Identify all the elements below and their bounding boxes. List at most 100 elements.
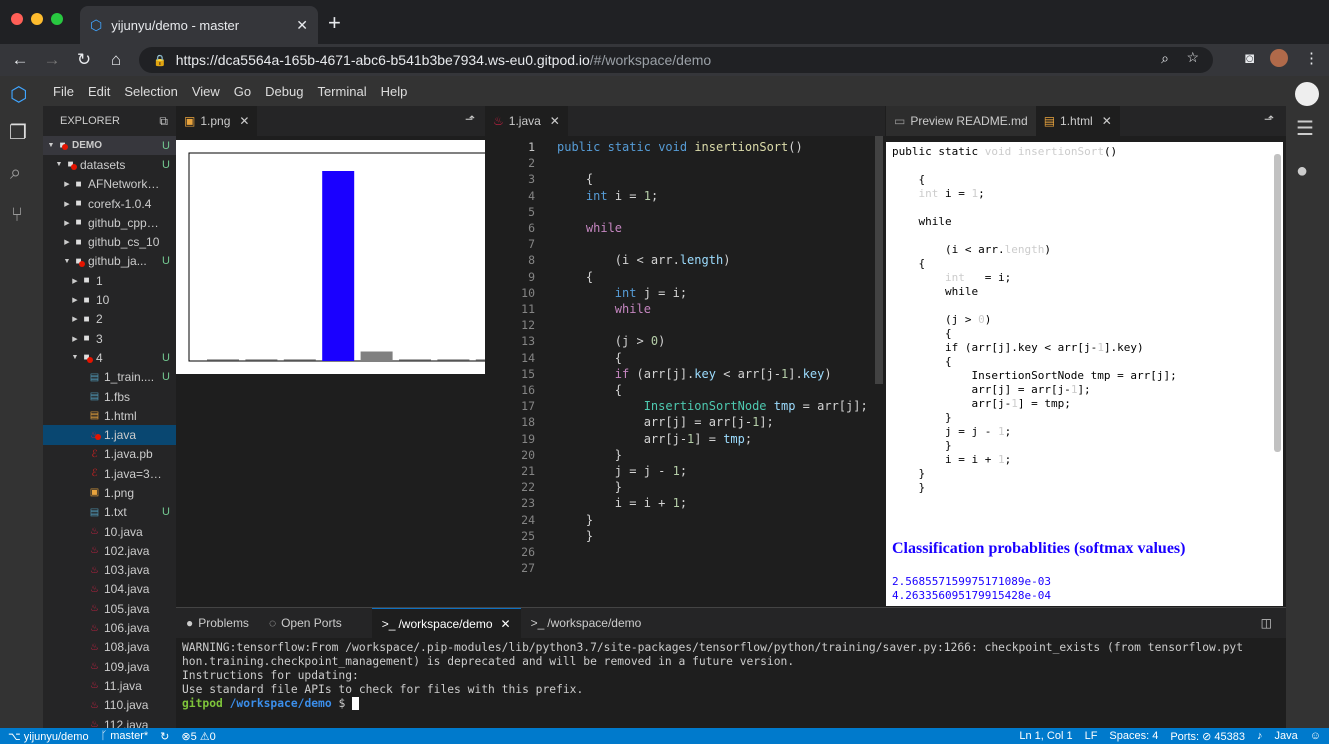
explorer-title: EXPLORER [60,115,120,127]
tree-item[interactable]: ▣ 1.png [43,483,176,502]
menu-edit[interactable]: Edit [88,84,110,99]
tree-item[interactable]: ♨ 10.java [43,522,176,541]
source-control-icon[interactable]: ⑂ [11,204,23,227]
indent-status[interactable]: Spaces: 4 [1109,730,1158,743]
tree-item[interactable]: ▶ ■ AFNetworkin... [43,175,176,194]
tree-item[interactable]: ♨ 105.java [43,599,176,618]
user-avatar[interactable] [1295,82,1319,106]
menu-help[interactable]: Help [381,84,408,99]
tree-item[interactable]: ▶ ■ github_cpp_10 [43,213,176,232]
collapse-all-icon[interactable]: ⧉ [159,114,168,129]
close-icon[interactable]: ✕ [550,114,560,128]
split-editor-icon[interactable]: ⬏ [1252,106,1286,136]
split-editor-icon[interactable]: ⬏ [455,106,485,136]
tree-item[interactable]: ▶ ■ github_cs_10 [43,232,176,251]
menu-view[interactable]: View [192,84,220,99]
pocket-icon[interactable]: ◙ [1245,50,1254,67]
tree-item[interactable]: ▶ ■ 3 [43,329,176,348]
files-icon[interactable]: ❐ [9,120,27,145]
notifications-icon[interactable]: ☺ [1310,730,1321,743]
new-tab-button[interactable]: + [328,10,341,36]
maximize-panel-icon[interactable]: ◫ [1247,616,1286,630]
tree-item[interactable]: ♨ 104.java [43,580,176,599]
menu-debug[interactable]: Debug [265,84,303,99]
reload-button[interactable]: ↻ [68,50,100,70]
tab-problems[interactable]: ● Problems [176,608,259,638]
close-tab-icon[interactable]: ✕ [296,17,308,34]
repo-status[interactable]: ⌥ yijunyu/demo [8,730,89,743]
avatar[interactable] [1270,49,1288,67]
zoom-icon[interactable]: ⌕ [1161,50,1169,67]
pb-icon: ℰ [91,448,98,460]
tree-item[interactable]: ▼■4U [43,348,176,367]
home-button[interactable]: ⌂ [100,50,132,70]
address-bar[interactable]: 🔒 https://dca5564a-165b-4671-abc6-b541b3… [139,47,1213,73]
tree-item[interactable]: ♨ 108.java [43,638,176,657]
tree-item[interactable]: ♨ 106.java [43,618,176,637]
tab-1-html[interactable]: ▤ 1.html ✕ [1035,106,1120,136]
tab-open-ports[interactable]: ◌ Open Ports [259,608,352,638]
tree-item[interactable]: ▶ ■ 2 [43,310,176,329]
menu-terminal[interactable]: Terminal [317,84,366,99]
browser-menu-icon[interactable]: ⋮ [1304,49,1319,67]
tree-item[interactable]: ♨ 103.java [43,561,176,580]
tree-item[interactable]: ▤ 1.html [43,406,176,425]
tree-item[interactable]: ▤ 1_train.... U [43,368,176,387]
bell-icon[interactable]: ♪ [1257,730,1263,743]
tree-item[interactable]: ℰ 1.java.pb [43,445,176,464]
tree-item[interactable]: ♨ 109.java [43,657,176,676]
tree-item[interactable]: ▶ ■ corefx-1.0.4 [43,194,176,213]
search-icon[interactable]: ⌕ [10,162,21,185]
preview-code-line: { [892,173,926,186]
tree-item[interactable]: ▤ 1.fbs [43,387,176,406]
tree-item[interactable]: ♨ 112.java [43,715,176,728]
tree-item[interactable]: ▶ ■ 1 [43,271,176,290]
tab-terminal-1[interactable]: >_/workspace/demo ✕ [371,608,521,638]
menu-file[interactable]: File [53,84,74,99]
menu-go[interactable]: Go [234,84,251,99]
tree-item[interactable]: ▶ ■ 10 [43,290,176,309]
ports-status[interactable]: Ports: ⊘ 45383 [1170,730,1245,743]
folder-icon: ■ [75,236,82,248]
tab-preview-readme[interactable]: ▭ Preview README.md [886,106,1036,136]
sync-icon[interactable]: ↻ [160,730,169,743]
bookmark-star-icon[interactable]: ☆ [1186,49,1199,66]
back-button[interactable]: ← [4,50,36,70]
code-editor[interactable]: 1 public static void insertionSort() 2 3 {4… [485,136,885,606]
language-mode[interactable]: Java [1275,730,1298,743]
preview-scrollbar[interactable] [1274,154,1281,452]
tree-item[interactable]: ♨ 11.java [43,676,176,695]
line-number: 6 [528,221,535,235]
menu-selection[interactable]: Selection [124,84,177,99]
problems-status[interactable]: ⊗5 ⚠0 [181,730,215,743]
tab-1-java[interactable]: ♨ 1.java ✕ [485,106,568,136]
tree-item[interactable]: ▤ 1.txt U [43,503,176,522]
branch-label: master* [110,729,149,742]
minimize-window-button[interactable] [31,13,43,25]
tree-item[interactable]: ▼■github_ja...U [43,252,176,271]
editor-scrollbar[interactable] [875,136,883,384]
tree-item[interactable]: ♨ 102.java [43,541,176,560]
close-icon[interactable]: ✕ [239,114,249,128]
close-icon[interactable]: ✕ [1102,114,1112,128]
tab-terminal-2[interactable]: >_/workspace/demo [521,608,652,638]
tree-item[interactable]: ♨ 110.java [43,696,176,715]
line-number: 4 [528,188,535,203]
close-window-button[interactable] [11,13,23,25]
branch-status[interactable]: ᚴ master* [101,730,149,743]
terminal[interactable]: WARNING:tensorflow:From /workspace/.pip-… [176,638,1286,714]
cursor-position[interactable]: Ln 1, Col 1 [1019,730,1072,743]
forward-button[interactable]: → [36,50,68,70]
outline-icon[interactable]: ☰ [1296,116,1314,141]
tree-item[interactable]: ℰ 1.java=3.j... [43,464,176,483]
github-icon[interactable]: ● [1296,160,1308,183]
close-icon[interactable]: ✕ [501,617,511,631]
browser-tab[interactable]: ⬡ yijunyu/demo - master ✕ [80,6,318,44]
maximize-window-button[interactable] [51,13,63,25]
tab-1-png[interactable]: ▣ 1.png ✕ [176,106,258,136]
eol-status[interactable]: LF [1085,730,1098,743]
tree-root[interactable]: ▼ ■ DEMO U [43,136,176,156]
tree-item[interactable]: ♨1.java [43,425,176,445]
tree-item[interactable]: ▼■datasetsU [43,155,176,174]
preview-code-line: { [892,257,926,270]
